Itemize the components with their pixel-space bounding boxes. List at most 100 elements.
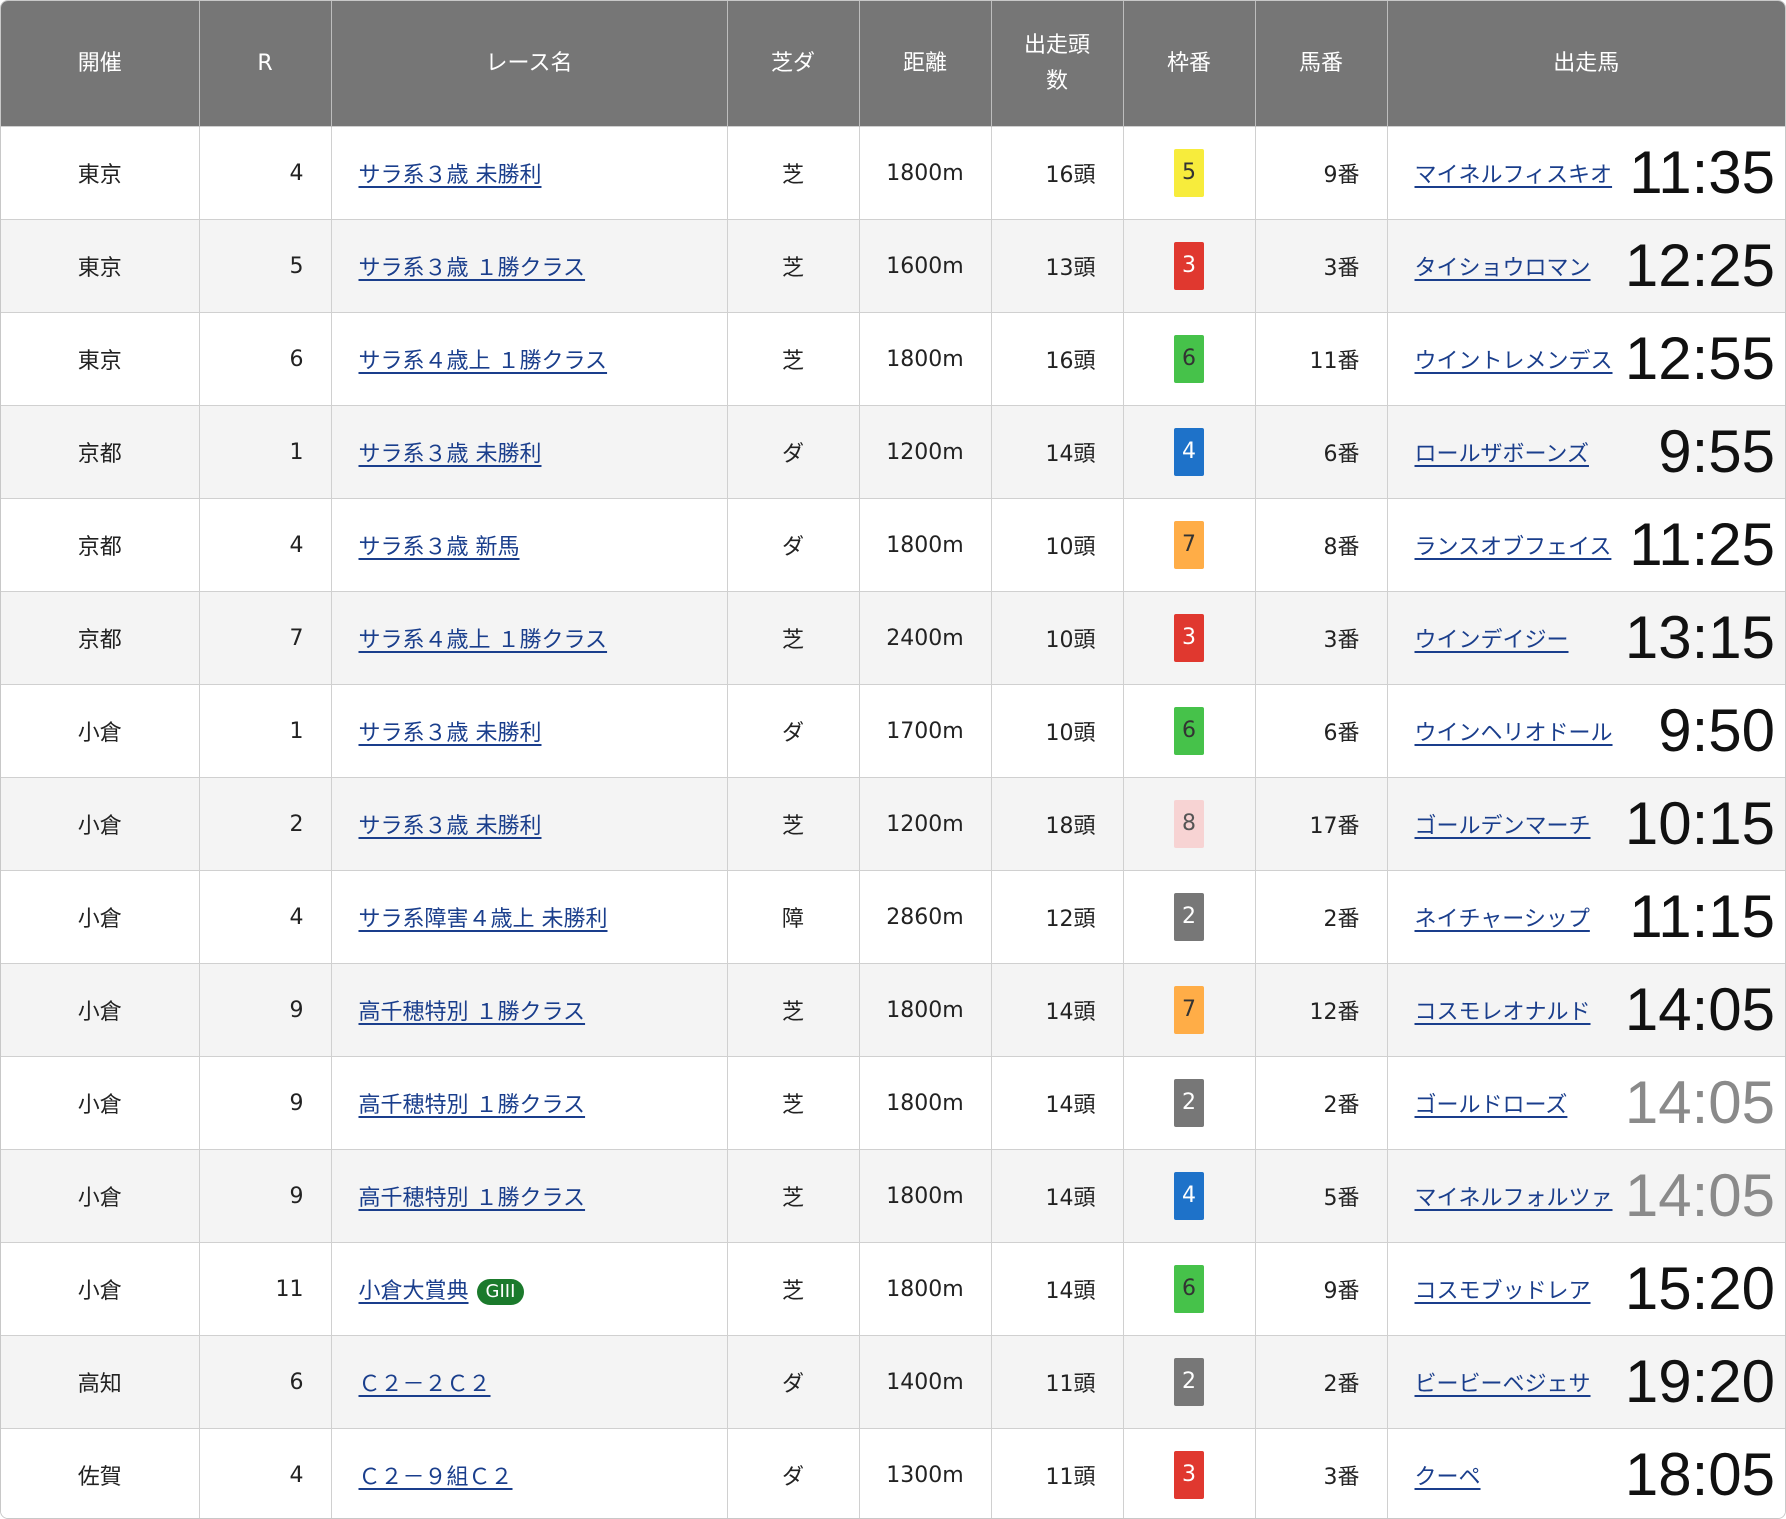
grade-badge: GIII xyxy=(476,1279,525,1305)
race-name-link[interactable]: サラ系４歳上 １勝クラス xyxy=(359,628,608,653)
horse-no-text: 12番 xyxy=(1309,1000,1360,1025)
start-time: 11:25 xyxy=(1629,511,1775,578)
horse-name-link[interactable]: ゴールドローズ xyxy=(1415,1093,1568,1118)
horse-cell: タイショウロマン 12:25 xyxy=(1387,219,1785,313)
race-name-link[interactable]: サラ系３歳 １勝クラス xyxy=(359,256,586,281)
horse-cell: ネイチャーシップ 11:15 xyxy=(1387,870,1785,964)
start-time: 9:55 xyxy=(1658,418,1775,485)
gate-badge: 2 xyxy=(1174,893,1204,941)
distance-text: 1300m xyxy=(886,1462,964,1488)
race-name-link[interactable]: Ｃ２－２Ｃ２ xyxy=(359,1372,491,1397)
horse-no-cell: 6番 xyxy=(1255,405,1388,499)
surface-cell: 芝 xyxy=(727,312,860,406)
race-name-link[interactable]: サラ系３歳 未勝利 xyxy=(359,163,542,188)
horse-cell: クーペ 18:05 xyxy=(1387,1428,1785,1518)
race-name-cell: 小倉大賞典 GIII xyxy=(331,1242,728,1336)
horse-no-cell: 3番 xyxy=(1255,219,1388,313)
horse-name-link[interactable]: クーペ xyxy=(1415,1465,1481,1490)
gate-badge: 6 xyxy=(1174,1265,1204,1313)
venue-cell: 小倉 xyxy=(1,963,200,1057)
venue-cell: 東京 xyxy=(1,219,200,313)
venue-text: 東京 xyxy=(77,349,122,374)
race-no-text: 6 xyxy=(289,1369,304,1395)
table-row: 佐賀 4 Ｃ２－９組Ｃ２ ダ 1300m 11頭 3 3番 クーペ 18:05 xyxy=(1,1428,1785,1518)
race-no-cell: 4 xyxy=(199,498,332,592)
race-no-cell: 4 xyxy=(199,1428,332,1518)
gate-cell: 2 xyxy=(1123,870,1256,964)
race-no-text: 4 xyxy=(289,904,304,930)
runners-text: 18頭 xyxy=(1045,814,1096,839)
race-name-cell: 高千穂特別 １勝クラス xyxy=(331,1056,728,1150)
race-name-link[interactable]: Ｃ２－９組Ｃ２ xyxy=(359,1465,513,1490)
race-name-link[interactable]: サラ系３歳 未勝利 xyxy=(359,721,542,746)
horse-no-text: 2番 xyxy=(1323,1093,1360,1118)
horse-name-link[interactable]: マイネルフォルツァ xyxy=(1415,1186,1613,1211)
race-no-cell: 11 xyxy=(199,1242,332,1336)
horse-name-link[interactable]: マイネルフィスキオ xyxy=(1415,163,1613,188)
race-no-cell: 2 xyxy=(199,777,332,871)
race-no-text: 7 xyxy=(289,625,304,651)
venue-text: 京都 xyxy=(77,535,122,560)
horse-no-text: 2番 xyxy=(1323,907,1360,932)
distance-text: 1700m xyxy=(886,718,964,744)
venue-text: 小倉 xyxy=(77,907,122,932)
surface-cell: ダ xyxy=(727,498,860,592)
distance-cell: 2400m xyxy=(859,591,992,685)
horse-name-link[interactable]: ウイントレメンデス xyxy=(1415,349,1613,374)
race-name-link[interactable]: 高千穂特別 １勝クラス xyxy=(359,1093,586,1118)
race-name-link[interactable]: サラ系３歳 未勝利 xyxy=(359,814,542,839)
distance-cell: 1600m xyxy=(859,219,992,313)
runners-text: 13頭 xyxy=(1045,256,1096,281)
table-row: 東京 6 サラ系４歳上 １勝クラス 芝 1800m 16頭 6 11番 ウイント… xyxy=(1,312,1785,406)
race-name-cell: Ｃ２－９組Ｃ２ xyxy=(331,1428,728,1518)
race-no-cell: 9 xyxy=(199,963,332,1057)
horse-name-link[interactable]: ネイチャーシップ xyxy=(1415,907,1590,932)
gate-badge: 4 xyxy=(1174,428,1204,476)
race-name-link[interactable]: 高千穂特別 １勝クラス xyxy=(359,1000,586,1025)
venue-text: 佐賀 xyxy=(77,1465,122,1490)
surface-cell: 芝 xyxy=(727,963,860,1057)
header-row: 開催 R レース名 芝ダ 距離 出走頭数 枠番 馬番 出走馬 xyxy=(1,1,1785,127)
race-name-link[interactable]: サラ系４歳上 １勝クラス xyxy=(359,349,608,374)
horse-name-link[interactable]: タイショウロマン xyxy=(1415,256,1591,281)
start-time: 15:20 xyxy=(1624,1255,1775,1322)
gate-cell: 4 xyxy=(1123,405,1256,499)
horse-name-link[interactable]: ゴールデンマーチ xyxy=(1415,814,1591,839)
horse-name-link[interactable]: ウインデイジー xyxy=(1415,628,1569,653)
gate-cell: 4 xyxy=(1123,1149,1256,1243)
race-name-link[interactable]: 小倉大賞典 xyxy=(359,1279,469,1304)
horse-no-text: 9番 xyxy=(1323,163,1360,188)
distance-cell: 1400m xyxy=(859,1335,992,1429)
horse-name-link[interactable]: ロールザボーンズ xyxy=(1415,442,1589,467)
race-name-link[interactable]: サラ系３歳 未勝利 xyxy=(359,442,542,467)
race-name-cell: サラ系３歳 未勝利 xyxy=(331,777,728,871)
horse-no-cell: 17番 xyxy=(1255,777,1388,871)
distance-cell: 1200m xyxy=(859,405,992,499)
horse-cell: ランスオブフェイス 11:25 xyxy=(1387,498,1785,592)
race-name-link[interactable]: サラ系３歳 新馬 xyxy=(359,535,520,560)
race-name-link[interactable]: サラ系障害４歳上 未勝利 xyxy=(359,907,608,932)
venue-cell: 高知 xyxy=(1,1335,200,1429)
race-no-cell: 1 xyxy=(199,405,332,499)
horse-name-link[interactable]: コスモレオナルド xyxy=(1415,1000,1591,1025)
race-name-cell: サラ系３歳 １勝クラス xyxy=(331,219,728,313)
runners-text: 14頭 xyxy=(1045,1000,1096,1025)
distance-text: 1800m xyxy=(886,160,964,186)
race-no-text: 4 xyxy=(289,160,304,186)
venue-text: 小倉 xyxy=(77,721,122,746)
horse-name-link[interactable]: ビービーベジェサ xyxy=(1415,1372,1591,1397)
runners-text: 14頭 xyxy=(1045,1279,1096,1304)
surface-text: ダ xyxy=(781,1372,804,1397)
horse-cell: ウイントレメンデス 12:55 xyxy=(1387,312,1785,406)
horse-name-link[interactable]: ランスオブフェイス xyxy=(1415,535,1612,560)
runners-text: 16頭 xyxy=(1045,163,1096,188)
horse-name-link[interactable]: ウインヘリオドール xyxy=(1415,721,1613,746)
surface-text: ダ xyxy=(781,535,804,560)
horse-name-link[interactable]: コスモブッドレア xyxy=(1415,1279,1591,1304)
gate-badge: 5 xyxy=(1174,149,1204,197)
start-time: 11:35 xyxy=(1629,139,1775,206)
gate-cell: 6 xyxy=(1123,312,1256,406)
horse-cell: マイネルフィスキオ 11:35 xyxy=(1387,126,1785,220)
race-name-link[interactable]: 高千穂特別 １勝クラス xyxy=(359,1186,586,1211)
runners-text: 11頭 xyxy=(1045,1372,1096,1397)
